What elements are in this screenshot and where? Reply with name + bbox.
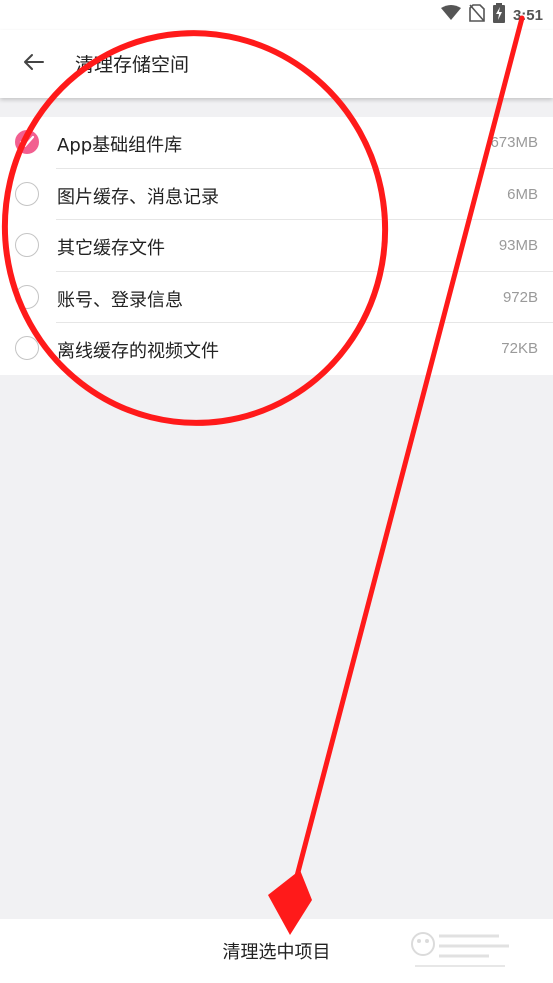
storage-item-list: App基础组件库 673MB 图片缓存、消息记录 6MB 其它缓存文件 93MB… <box>0 117 553 375</box>
checkbox[interactable] <box>15 233 39 257</box>
checkbox-checked[interactable] <box>15 130 39 154</box>
checkbox[interactable] <box>15 336 39 360</box>
battery-charging-icon <box>492 3 505 27</box>
item-label: App基础组件库 <box>57 135 183 156</box>
status-time: 3:51 <box>512 6 543 24</box>
item-size: 673MB <box>490 134 538 151</box>
item-label: 离线缓存的视频文件 <box>57 341 219 362</box>
item-size: 93MB <box>498 237 538 254</box>
list-item-app-components[interactable]: App基础组件库 673MB <box>0 117 553 169</box>
item-label: 其它缓存文件 <box>57 238 165 259</box>
item-label: 账号、登录信息 <box>57 289 183 311</box>
status-icons: 3:51 <box>440 3 543 27</box>
arrow-left-icon <box>23 53 45 75</box>
item-label: 图片缓存、消息记录 <box>57 186 219 208</box>
list-item-offline-video[interactable]: 离线缓存的视频文件 72KB <box>0 323 553 375</box>
checkbox[interactable] <box>15 181 39 206</box>
item-size: 6MB <box>507 185 538 203</box>
list-item-account-info[interactable]: 账号、登录信息 972B <box>0 272 553 323</box>
list-item-other-cache[interactable]: 其它缓存文件 93MB <box>0 220 553 272</box>
baidu-watermark-icon <box>411 932 509 967</box>
back-button[interactable] <box>18 48 50 80</box>
check-icon <box>19 135 35 148</box>
checkbox[interactable] <box>15 284 39 309</box>
wifi-icon <box>440 5 461 25</box>
no-sim-icon <box>469 4 485 26</box>
item-size: 72KB <box>501 340 538 357</box>
app-bar: 清理存储空间 <box>0 30 553 98</box>
list-item-image-cache[interactable]: 图片缓存、消息记录 6MB <box>0 169 553 220</box>
item-size: 972B <box>502 288 538 306</box>
status-bar: 3:51 <box>0 0 553 30</box>
page-title: 清理存储空间 <box>75 54 190 76</box>
